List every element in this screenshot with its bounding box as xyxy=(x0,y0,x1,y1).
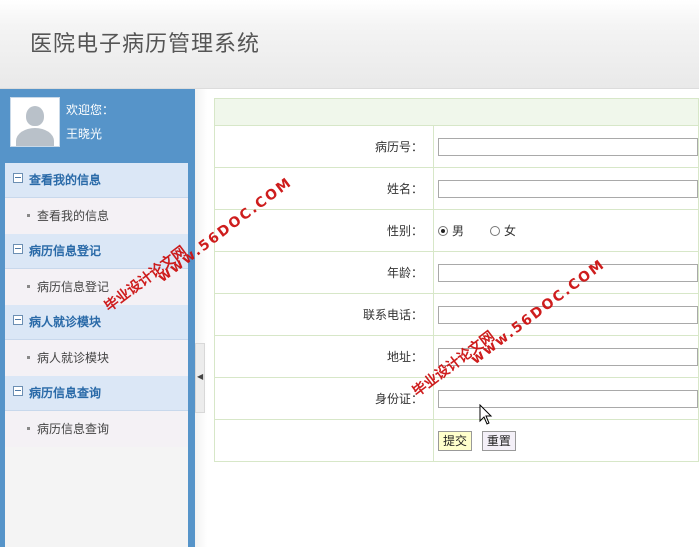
welcome-text: 欢迎您： xyxy=(66,103,115,117)
gender-radio-group: 男 女 xyxy=(438,222,698,239)
nav-menu: 查看我的信息 查看我的信息 病历信息登记 病历信息登记 病人就诊模块 病人就诊模… xyxy=(5,163,188,547)
menu-item-my-info[interactable]: 查看我的信息 xyxy=(5,198,188,234)
bullet-icon xyxy=(27,356,30,359)
phone-label: 联系电话： xyxy=(214,293,434,336)
user-name: 王晓光 xyxy=(66,127,103,141)
reset-button[interactable]: 重置 xyxy=(481,430,516,451)
menu-head-label: 病历信息登记 xyxy=(29,244,102,258)
record-no-label: 病历号： xyxy=(214,125,434,168)
menu-head-label: 病人就诊模块 xyxy=(29,315,102,329)
bullet-icon xyxy=(27,285,30,288)
menu-item-label: 病历信息查询 xyxy=(37,422,110,436)
menu-item-label: 病历信息登记 xyxy=(37,280,110,294)
gender-female-label[interactable]: 女 xyxy=(504,222,516,239)
record-no-input[interactable] xyxy=(438,137,698,156)
gender-male-radio[interactable] xyxy=(438,225,448,236)
actions-spacer xyxy=(214,419,434,462)
collapse-icon[interactable] xyxy=(13,244,23,254)
menu-group-record-query: 病历信息查询 病历信息查询 xyxy=(5,376,188,447)
collapse-icon[interactable] xyxy=(13,386,23,396)
age-label: 年龄： xyxy=(214,251,434,294)
name-input[interactable] xyxy=(438,179,698,198)
menu-item-label: 病人就诊模块 xyxy=(37,351,110,365)
id-card-label: 身份证： xyxy=(214,377,434,420)
user-panel: 欢迎您： 王晓光 xyxy=(0,89,195,155)
collapse-icon[interactable] xyxy=(13,173,23,183)
menu-group-my-info: 查看我的信息 查看我的信息 xyxy=(5,163,188,234)
menu-head-patient-visit[interactable]: 病人就诊模块 xyxy=(5,305,188,340)
sidebar-collapse-handle[interactable]: ◀ xyxy=(195,343,205,413)
bullet-icon xyxy=(27,214,30,217)
menu-item-patient-visit[interactable]: 病人就诊模块 xyxy=(5,340,188,376)
menu-head-record-query[interactable]: 病历信息查询 xyxy=(5,376,188,411)
menu-head-label: 病历信息查询 xyxy=(29,386,102,400)
collapse-icon[interactable] xyxy=(13,315,23,325)
gender-male-label[interactable]: 男 xyxy=(452,222,464,239)
menu-head-my-info[interactable]: 查看我的信息 xyxy=(5,163,188,198)
app-header: 医院电子病历管理系统 xyxy=(0,0,699,89)
menu-item-label: 查看我的信息 xyxy=(37,209,110,223)
app-title: 医院电子病历管理系统 xyxy=(30,32,261,57)
menu-group-patient-visit: 病人就诊模块 病人就诊模块 xyxy=(5,305,188,376)
collapse-arrow-icon: ◀ xyxy=(197,372,204,381)
form-header-bar xyxy=(214,98,699,126)
avatar xyxy=(10,97,60,147)
sidebar: 欢迎您： 王晓光 查看我的信息 查看我的信息 病历信息登记 病历信息登记 病人就… xyxy=(0,89,195,547)
menu-item-record-query[interactable]: 病历信息查询 xyxy=(5,411,188,447)
bullet-icon xyxy=(27,427,30,430)
content-edge xyxy=(195,89,207,547)
gender-female-radio[interactable] xyxy=(490,225,501,236)
address-label: 地址： xyxy=(214,335,434,378)
mouse-cursor-icon xyxy=(479,404,493,425)
menu-head-label: 查看我的信息 xyxy=(29,173,102,187)
submit-button[interactable]: 提交 xyxy=(438,430,473,451)
id-card-input[interactable] xyxy=(438,389,698,408)
phone-input[interactable] xyxy=(438,305,698,324)
patient-form: 病历号： 姓名： 性别： 男 女 年龄： 联系电话： 地址： 身份证： 提交 重… xyxy=(214,98,699,462)
